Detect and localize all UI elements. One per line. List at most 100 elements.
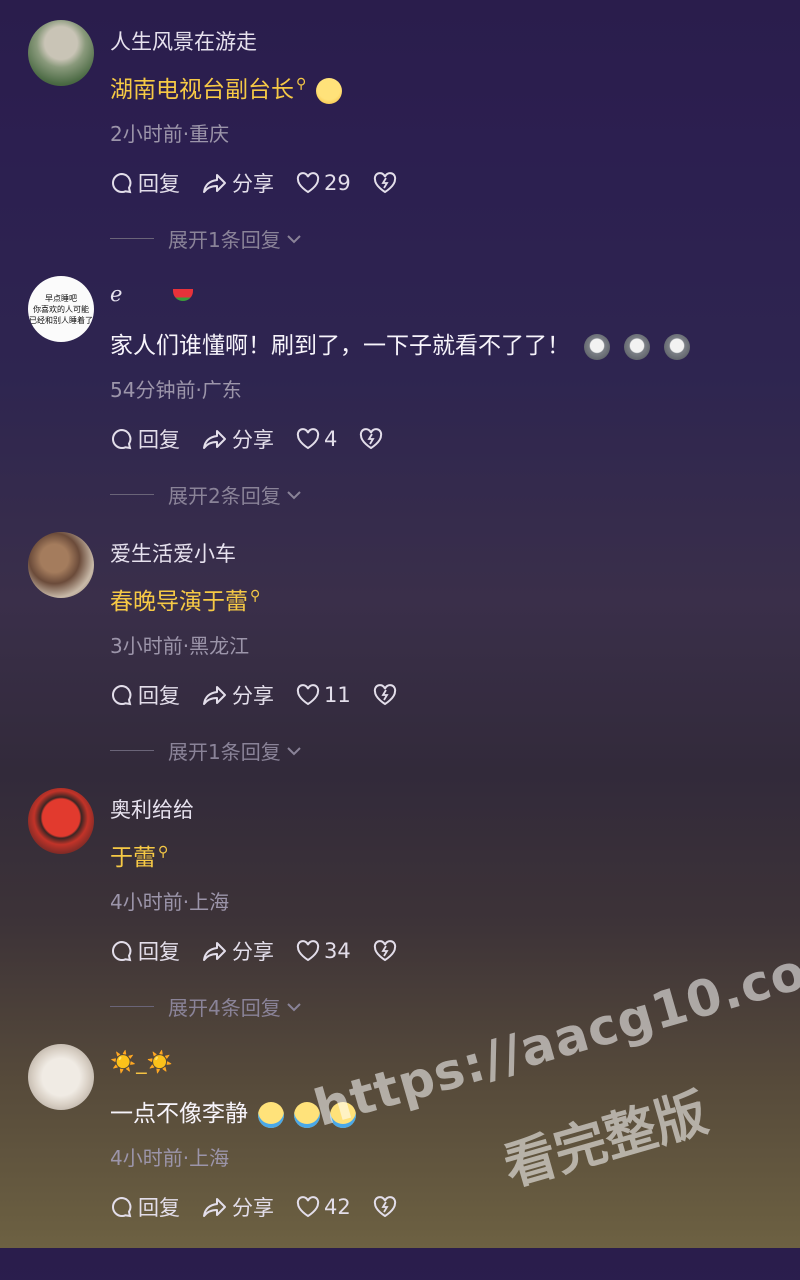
comment-username[interactable]: ☀️_☀️	[110, 1050, 173, 1075]
comment-actions: 回复 分享 11	[110, 680, 423, 710]
avatar-text-line: 你喜欢的人可能	[33, 304, 89, 314]
share-button[interactable]: 分享	[202, 424, 274, 454]
avatar[interactable]: 早点睡吧 你喜欢的人可能 已经和别人睡着了	[28, 276, 94, 342]
comment-search-text[interactable]: 湖南电视台副台长	[110, 77, 294, 103]
heart-icon	[296, 684, 320, 706]
like-count: 4	[324, 427, 338, 451]
share-button[interactable]: 分享	[202, 936, 274, 966]
avatar[interactable]	[28, 20, 94, 86]
expand-replies[interactable]: 展开4条回复	[110, 992, 303, 1021]
like-button[interactable]: 29	[296, 171, 351, 195]
comment-meta: 3小时前·黑龙江	[110, 634, 250, 658]
share-label: 分享	[232, 1196, 274, 1220]
expand-replies-label: 展开1条回复	[168, 740, 281, 764]
comment-item: 爱生活爱小车 春晚导演于蕾 ⚲ 3小时前·黑龙江 回复 分享 11 展开1条回复	[0, 512, 800, 768]
chat-bubble-icon	[112, 684, 132, 706]
expand-replies-label: 展开2条回复	[168, 484, 281, 508]
comment-meta: 2小时前·重庆	[110, 122, 230, 146]
reply-label: 回复	[138, 940, 180, 964]
search-icon: ⚲	[158, 844, 169, 861]
chat-bubble-icon	[112, 940, 132, 962]
comment-item: 人生风景在游走 湖南电视台副台长 ⚲ 2小时前·重庆 回复 分享 29 展开1条回…	[0, 0, 800, 256]
chevron-down-icon	[287, 234, 301, 243]
comment-text[interactable]: 春晚导演于蕾 ⚲	[110, 582, 260, 616]
reply-label: 回复	[138, 172, 180, 196]
comment-actions: 回复 分享 34	[110, 936, 423, 966]
broken-heart-icon	[373, 172, 396, 194]
chat-bubble-icon	[112, 428, 132, 450]
expand-replies[interactable]: 展开1条回复	[110, 224, 303, 253]
share-label: 分享	[232, 684, 274, 708]
comment-item: ☀️_☀️ 一点不像李静 4小时前·上海 回复 分享 42	[0, 1024, 800, 1280]
expand-replies[interactable]: 展开2条回复	[110, 480, 303, 509]
comment-search-text[interactable]: 春晚导演于蕾	[110, 589, 248, 615]
share-button[interactable]: 分享	[202, 168, 274, 198]
comment-username[interactable]: 奥利给给	[110, 794, 194, 824]
comment-username[interactable]: 人生风景在游走	[110, 26, 257, 56]
expand-replies-label: 展开1条回复	[168, 228, 281, 252]
dislike-button[interactable]	[373, 1196, 401, 1218]
divider	[110, 1006, 154, 1007]
comment-item: 早点睡吧 你喜欢的人可能 已经和别人睡着了 ℯ 家人们谁懂啊！刷到了，一下子就看…	[0, 256, 800, 512]
comment-actions: 回复 分享 42	[110, 1192, 423, 1222]
chevron-down-icon	[287, 746, 301, 755]
divider	[110, 494, 154, 495]
share-arrow-icon	[203, 686, 226, 705]
reply-label: 回复	[138, 684, 180, 708]
chevron-down-icon	[287, 1002, 301, 1011]
like-button[interactable]: 42	[296, 1195, 351, 1219]
comment-username[interactable]: ℯ	[110, 282, 194, 306]
broken-heart-icon	[360, 428, 383, 450]
comment-text[interactable]: 湖南电视台副台长 ⚲	[110, 70, 343, 104]
avatar-text-line: 早点睡吧	[45, 293, 77, 303]
reply-button[interactable]: 回复	[110, 680, 180, 710]
comment-text[interactable]: 于蕾 ⚲	[110, 838, 168, 872]
dislike-button[interactable]	[373, 684, 401, 706]
comment-text: 家人们谁懂啊！刷到了，一下子就看不了了！	[110, 326, 690, 360]
divider	[110, 238, 154, 239]
share-label: 分享	[232, 172, 274, 196]
like-count: 29	[324, 171, 351, 195]
chat-bubble-icon	[112, 172, 132, 194]
dislike-button[interactable]	[373, 172, 401, 194]
broken-heart-icon	[373, 940, 396, 962]
like-button[interactable]: 34	[296, 939, 351, 963]
expand-replies[interactable]: 展开1条回复	[110, 736, 303, 765]
avatar[interactable]	[28, 788, 94, 854]
cat-emoji	[584, 333, 610, 360]
comment-item: 奥利给给 于蕾 ⚲ 4小时前·上海 回复 分享 34 展开4条回复	[0, 768, 800, 1024]
like-button[interactable]: 11	[296, 683, 351, 707]
avatar[interactable]	[28, 532, 94, 598]
reply-button[interactable]: 回复	[110, 1192, 180, 1222]
comment-text: 一点不像李静	[110, 1094, 356, 1128]
share-arrow-icon	[203, 942, 226, 961]
reply-button[interactable]: 回复	[110, 424, 180, 454]
comment-meta: 54分钟前·广东	[110, 378, 242, 402]
reply-button[interactable]: 回复	[110, 168, 180, 198]
reply-button[interactable]: 回复	[110, 936, 180, 966]
avatar[interactable]	[28, 1044, 94, 1110]
comment-username-text: ℯ	[110, 282, 123, 306]
like-button[interactable]: 4	[296, 427, 337, 451]
search-icon: ⚲	[250, 588, 261, 605]
cat-emoji	[624, 333, 650, 360]
chat-bubble-icon	[112, 1196, 132, 1218]
share-arrow-icon	[203, 174, 226, 193]
comment-search-text[interactable]: 于蕾	[110, 845, 156, 871]
comment-actions: 回复 分享 4	[110, 424, 409, 454]
laughing-tears-emoji	[258, 1101, 284, 1128]
share-button[interactable]: 分享	[202, 1192, 274, 1222]
comment-meta: 4小时前·上海	[110, 890, 230, 914]
share-button[interactable]: 分享	[202, 680, 274, 710]
heart-icon	[296, 428, 320, 450]
cat-emoji	[664, 333, 690, 360]
like-count: 34	[324, 939, 351, 963]
like-count: 42	[324, 1195, 351, 1219]
dislike-button[interactable]	[373, 940, 401, 962]
heart-icon	[296, 1196, 320, 1218]
divider	[110, 750, 154, 751]
dislike-button[interactable]	[359, 428, 387, 450]
comment-meta: 4小时前·上海	[110, 1146, 230, 1170]
comment-username[interactable]: 爱生活爱小车	[110, 538, 236, 568]
laughing-tears-emoji	[294, 1101, 320, 1128]
